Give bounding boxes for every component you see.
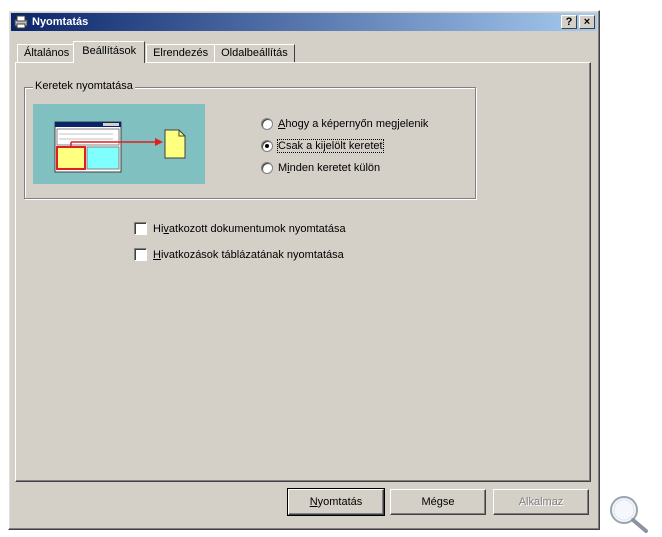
title-bar[interactable]: Nyomtatás ? × [11, 13, 597, 31]
tab-layout[interactable]: Elrendezés [146, 44, 216, 63]
radio-as-displayed[interactable]: Ahogy a képernyőn megjelenik [261, 118, 428, 130]
frames-group-legend: Keretek nyomtatása [33, 80, 135, 92]
checkbox-linked-docs-box[interactable] [134, 222, 147, 235]
window-title: Nyomtatás [32, 16, 89, 28]
magnifier-icon[interactable] [606, 494, 656, 534]
tab-settings[interactable]: Beállítások [73, 41, 146, 63]
radio-selected-frame[interactable]: Csak a kijelölt keretet [261, 139, 384, 153]
printer-icon [13, 15, 29, 29]
cancel-button[interactable]: Mégse [390, 489, 486, 515]
radio-as-displayed-indicator[interactable] [261, 118, 273, 130]
radio-selected-frame-label: Csak a kijelölt keretet [277, 139, 384, 153]
tab-strip: Általános Beállítások Elrendezés Oldalbe… [17, 41, 295, 63]
help-button[interactable]: ? [561, 15, 577, 29]
print-button[interactable]: Nyomtatás [287, 488, 385, 516]
frames-groupbox: Keretek nyomtatása Ahogy a képernyőn meg… [24, 80, 476, 199]
radio-all-frames-indicator[interactable] [261, 162, 273, 174]
frames-preview-image [33, 104, 205, 184]
tab-general[interactable]: Általános [17, 44, 77, 63]
checkbox-linked-docs[interactable]: Hivatkozott dokumentumok nyomtatása [134, 222, 346, 235]
checkbox-linked-docs-label: Hivatkozott dokumentumok nyomtatása [153, 222, 346, 235]
apply-button[interactable]: Alkalmaz [493, 489, 589, 515]
close-button[interactable]: × [579, 15, 595, 29]
checkbox-link-table[interactable]: Hivatkozások táblázatának nyomtatása [134, 248, 344, 261]
radio-selected-frame-indicator[interactable] [261, 140, 273, 152]
radio-as-displayed-label: Ahogy a képernyőn megjelenik [278, 118, 429, 130]
radio-all-frames-label: Minden keretet külön [278, 162, 381, 174]
checkbox-link-table-label: Hivatkozások táblázatának nyomtatása [153, 248, 344, 261]
print-button-label: Nyomtatás [309, 496, 363, 508]
tab-page-setup[interactable]: Oldalbeállítás [214, 44, 295, 63]
checkbox-link-table-box[interactable] [134, 248, 147, 261]
radio-all-frames[interactable]: Minden keretet külön [261, 162, 380, 174]
